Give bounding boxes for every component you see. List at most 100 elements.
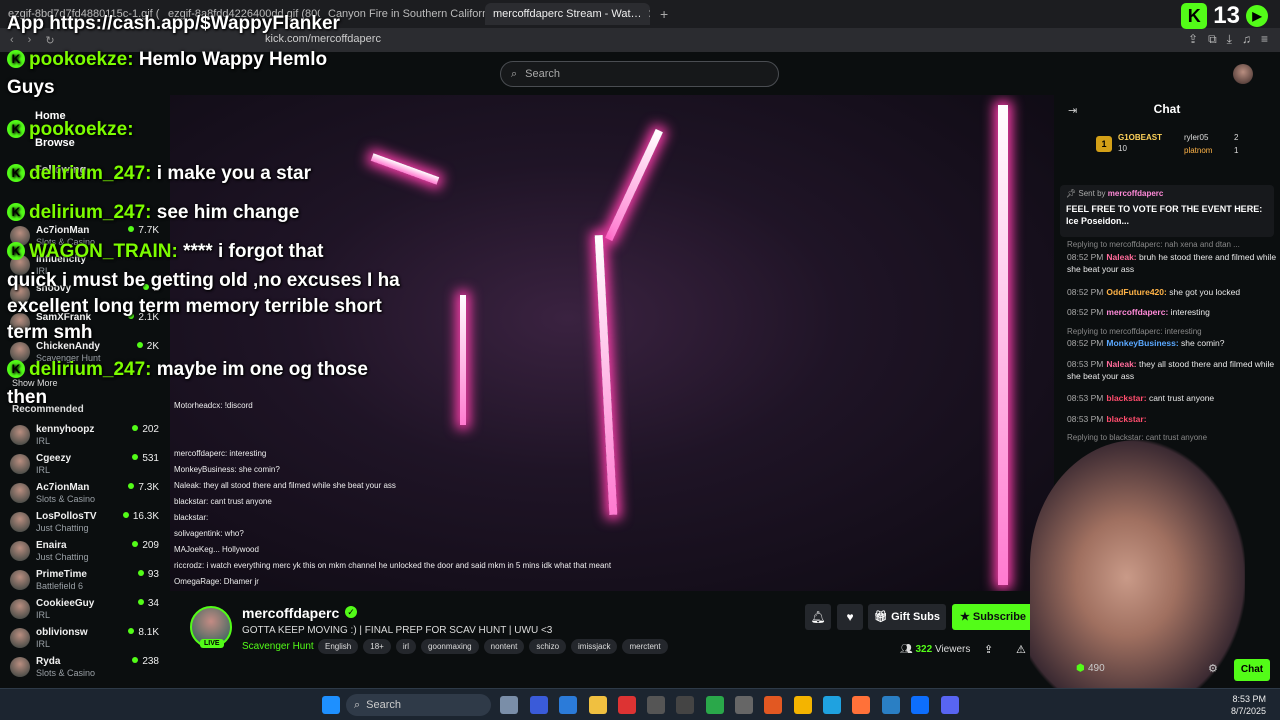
recommended-channel[interactable]: PrimeTime Battlefield 6 93 xyxy=(10,567,165,595)
windows-start-icon[interactable] xyxy=(322,696,340,714)
leader-value: 1 xyxy=(1234,146,1239,155)
chat-message: 08:52 PM mercoffdaperc: interesting xyxy=(1067,306,1277,318)
channel-category: Just Chatting xyxy=(36,523,89,533)
tag[interactable]: English xyxy=(318,639,359,654)
close-tab-icon[interactable]: ✕ xyxy=(648,7,650,21)
follow-heart-icon[interactable]: ♥ xyxy=(837,604,863,630)
file-explorer-icon[interactable] xyxy=(589,696,607,714)
reload-icon[interactable]: ↻ xyxy=(45,34,54,47)
overlay-username: delirium_247: xyxy=(29,163,152,184)
chat-username[interactable]: MonkeyBusiness: xyxy=(1106,338,1178,348)
vscode-icon[interactable] xyxy=(911,696,929,714)
new-tab-icon[interactable]: + xyxy=(660,6,668,22)
tag[interactable]: 18+ xyxy=(363,639,391,654)
play-icon: ▶ xyxy=(1246,5,1268,27)
pinned-message[interactable]: 📌︎ Sent by mercoffdaperc FEEL FREE TO VO… xyxy=(1060,185,1274,237)
firefox-icon[interactable] xyxy=(852,696,870,714)
channel-category: Slots & Casino xyxy=(36,494,96,504)
channel-points: 490 xyxy=(1088,663,1105,674)
send-chat-button[interactable]: Chat xyxy=(1234,659,1270,681)
discord-icon[interactable] xyxy=(941,696,959,714)
overlay-username: pookoekze: xyxy=(29,119,134,140)
chat-username[interactable]: Naleak: xyxy=(1106,252,1136,262)
channel-avatar xyxy=(10,541,30,561)
user-avatar[interactable] xyxy=(1233,64,1253,84)
pin-icon: 📌︎ xyxy=(1066,189,1079,198)
recommended-channel[interactable]: LosPollosTV Just Chatting 16.3K xyxy=(10,509,165,537)
kick-icon: K xyxy=(7,164,25,182)
brave-icon[interactable] xyxy=(764,696,782,714)
channel-name: Ac7ionMan xyxy=(36,225,90,236)
tag[interactable]: irl xyxy=(395,639,417,654)
verified-icon: ✓ xyxy=(345,606,357,618)
app-icon[interactable] xyxy=(882,696,900,714)
browser-tab-active[interactable]: mercoffdaperc Stream - Wat… ✕ xyxy=(485,3,650,25)
recommended-channel[interactable]: CookieeGuy IRL 34 xyxy=(10,596,165,624)
tag[interactable]: nontent xyxy=(483,639,525,654)
channel-category: Slots & Casino xyxy=(36,668,96,678)
gift-subs-button[interactable]: 🎁︎ Gift Subs xyxy=(868,604,946,630)
viewer-count: 8.1K xyxy=(128,627,159,638)
back-icon[interactable]: ‹ xyxy=(10,34,14,47)
app-icon[interactable] xyxy=(618,696,636,714)
channel-category: Just Chatting xyxy=(36,552,89,562)
chat-username[interactable]: Naleak: xyxy=(1106,359,1136,369)
viewer-count: 2K xyxy=(137,341,159,352)
tag[interactable]: schizo xyxy=(529,639,567,654)
edge-icon[interactable] xyxy=(823,696,841,714)
recommended-channel[interactable]: kennyhoopz IRL 202 xyxy=(10,422,165,450)
report-icon[interactable]: ⚠ xyxy=(1016,643,1026,656)
tag[interactable]: goonmaxing xyxy=(421,639,479,654)
app-icon[interactable] xyxy=(647,696,665,714)
taskview-icon[interactable] xyxy=(500,696,518,714)
chat-username[interactable]: mercoffdaperc: xyxy=(1106,307,1168,317)
viewer-count: 34 xyxy=(138,598,159,609)
stream-category[interactable]: Scavenger Hunt xyxy=(242,641,314,652)
share-icon[interactable]: ⇪ xyxy=(984,643,993,656)
search-input[interactable]: ⌕ Search xyxy=(500,61,779,87)
video-chat-message: riccrodz: i watch everything merc yk thi… xyxy=(174,561,612,570)
overlay-message: i make you a star xyxy=(156,163,311,184)
app-icon[interactable] xyxy=(706,696,724,714)
channel-name[interactable]: mercoffdaperc xyxy=(242,605,339,621)
app-icon[interactable] xyxy=(530,696,548,714)
tag[interactable]: imissjack xyxy=(571,639,618,654)
channel-category: IRL xyxy=(36,465,51,475)
chat-username[interactable]: blackstar: xyxy=(1106,393,1146,403)
app-icon[interactable] xyxy=(559,696,577,714)
system-clock[interactable]: 8:53 PM 8/7/2025 xyxy=(1231,693,1266,717)
gift-subs-label: Gift Subs xyxy=(891,611,940,623)
download-icon[interactable]: ⤓ xyxy=(1227,32,1232,47)
browser-tab[interactable]: Canyon Fire in Southern California - … xyxy=(320,3,485,25)
subscribe-button[interactable]: ★ Subscribe xyxy=(952,604,1034,630)
recommended-channel[interactable]: Cgeezy IRL 531 xyxy=(10,451,165,479)
menu-icon[interactable]: ≡ xyxy=(1261,32,1268,47)
taskbar-search[interactable]: ⌕ Search xyxy=(346,694,491,716)
neon-light xyxy=(605,128,663,242)
channel-avatar xyxy=(10,483,30,503)
share-icon[interactable]: ⇪ xyxy=(1188,32,1198,47)
chat-username[interactable]: blackstar: xyxy=(1106,414,1146,424)
recommended-channel[interactable]: Ac7ionMan Slots & Casino 7.3K xyxy=(10,480,165,508)
viewer-count: 7.7K xyxy=(128,225,159,236)
leader-value: 10 xyxy=(1118,144,1127,153)
timestamp: 08:53 PM xyxy=(1067,393,1104,403)
app-icon[interactable] xyxy=(676,696,694,714)
forward-icon[interactable]: › xyxy=(28,34,32,47)
settings-icon[interactable]: ⚙ xyxy=(1208,662,1218,675)
extensions-icon[interactable]: ⧉ xyxy=(1208,32,1217,47)
channel-name: Cgeezy xyxy=(36,453,72,464)
chat-username[interactable]: OddFuture420: xyxy=(1106,287,1166,297)
notification-bell-icon[interactable]: 🔔︎ xyxy=(805,604,831,630)
tag[interactable]: merctent xyxy=(622,639,668,654)
pinned-sender: mercoffdaperc xyxy=(1107,189,1164,198)
live-badge: LIVE xyxy=(200,639,224,648)
viewer-count: 238 xyxy=(132,656,159,667)
recommended-channel[interactable]: Enaira Just Chatting 209 xyxy=(10,538,165,566)
app-icon[interactable] xyxy=(735,696,753,714)
recommended-channel[interactable]: Ryda Slots & Casino 238 xyxy=(10,654,165,682)
music-icon[interactable]: ♫ xyxy=(1242,32,1251,47)
chrome-icon[interactable] xyxy=(794,696,812,714)
video-chat-message: OmegaRage: Dhamer jr xyxy=(174,577,259,586)
recommended-channel[interactable]: oblivionsw IRL 8.1K xyxy=(10,625,165,653)
